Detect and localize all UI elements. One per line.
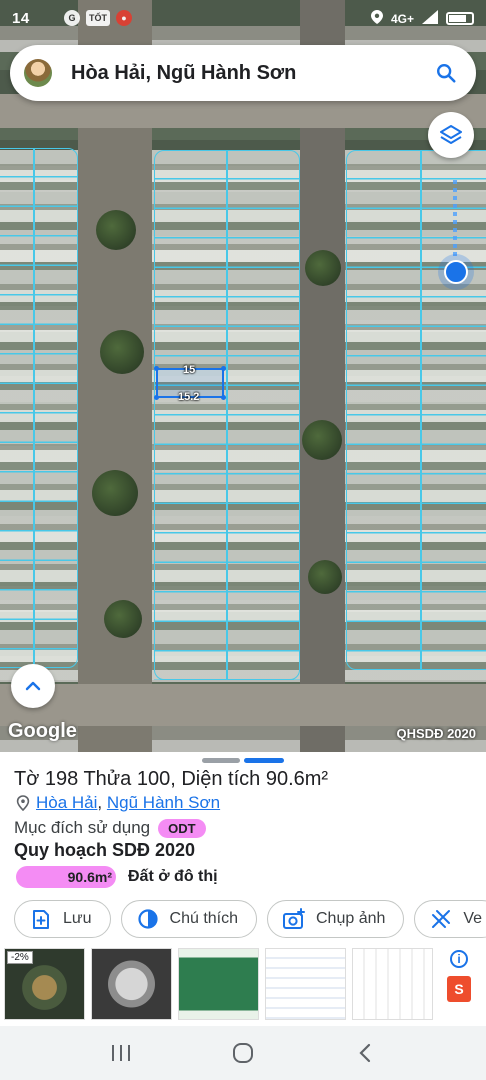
save-label: Lưu <box>63 910 92 927</box>
chevron-up-icon <box>25 681 41 691</box>
tree <box>96 210 136 250</box>
search-bar[interactable]: Hòa Hải, Ngũ Hành Sơn <box>10 45 476 101</box>
ad-banner[interactable]: -2% i S <box>0 944 486 1026</box>
selection-handle <box>154 395 159 400</box>
back-button[interactable] <box>345 1033 385 1073</box>
app-notification-icon: ● <box>116 10 132 26</box>
ad-side: i S <box>439 948 479 1020</box>
usage-row: Mục đích sử dụng ODT <box>14 818 206 838</box>
carrier-badge: TỐT <box>86 10 110 26</box>
status-bar: 14 G TỐT ● 4G+ <box>0 0 486 40</box>
discount-badge: -2% <box>7 951 33 964</box>
avatar[interactable] <box>24 59 52 87</box>
location-pin-icon <box>16 795 30 811</box>
home-button[interactable] <box>223 1033 263 1073</box>
legend-icon <box>136 907 160 931</box>
ad-info-icon[interactable]: i <box>450 950 468 968</box>
layers-button[interactable] <box>428 112 474 158</box>
ad-product-image[interactable] <box>265 948 346 1020</box>
parcel-lines <box>154 150 300 680</box>
tree <box>92 470 138 516</box>
google-logo: Google <box>8 720 77 742</box>
parcel-lines <box>346 150 486 670</box>
home-icon <box>233 1043 253 1063</box>
expand-sheet-button[interactable] <box>11 664 55 708</box>
ward-link[interactable]: Hòa Hải <box>36 793 97 812</box>
system-nav-bar <box>0 1026 486 1080</box>
ad-product-image[interactable]: -2% <box>4 948 85 1020</box>
measure-button[interactable]: Ve <box>414 900 486 938</box>
sheet-grabber[interactable] <box>202 758 284 763</box>
recent-apps-button[interactable] <box>101 1033 141 1073</box>
plan-area-value: 90.6m² <box>67 869 112 885</box>
status-time: 14 <box>12 10 30 27</box>
plan-name: Đất ở đô thị <box>128 868 218 885</box>
parcel-lines <box>0 148 78 668</box>
battery-icon <box>446 12 474 25</box>
recent-apps-icon <box>112 1045 130 1061</box>
selection-handle <box>221 366 226 371</box>
notification-icons: G TỐT ● <box>64 10 132 26</box>
location-heading <box>453 180 457 260</box>
search-title[interactable]: Hòa Hải, Ngũ Hành Sơn <box>71 62 426 85</box>
my-location-dot <box>444 260 468 284</box>
google-notification-icon: G <box>64 10 80 26</box>
measure-label-top: 15 <box>183 364 196 376</box>
legend-label: Chú thích <box>169 910 238 927</box>
layers-icon <box>440 125 462 144</box>
take-photo-button[interactable]: Chụp ảnh <box>267 900 405 938</box>
parcel-title: Tờ 198 Thửa 100, Diện tích 90.6m² <box>14 768 329 790</box>
status-right: 4G+ <box>370 10 474 27</box>
district-link[interactable]: Ngũ Hành Sơn <box>107 793 220 812</box>
address-separator: , <box>97 793 103 812</box>
plan-area-bar: 90.6m² <box>16 866 116 888</box>
selection-handle <box>221 395 226 400</box>
ad-product-image[interactable] <box>91 948 172 1020</box>
tree <box>100 330 144 374</box>
measure-label-bottom: 15.2 <box>178 391 200 403</box>
tree <box>308 560 342 594</box>
map-view[interactable]: 15 15.2 14 G TỐT ● 4G+ Hòa Hải, Ngũ Hành… <box>0 0 486 752</box>
parcel-address: Hòa Hải, Ngũ Hành Sơn <box>16 793 220 813</box>
network-label: 4G+ <box>390 11 414 26</box>
tree <box>104 600 142 638</box>
add-photo-icon <box>282 907 306 931</box>
selection-handle <box>154 366 159 371</box>
measure-icon <box>429 907 453 931</box>
location-status-icon <box>370 10 383 27</box>
measure-label: Ve <box>463 910 483 927</box>
legend-button[interactable]: Chú thích <box>120 900 257 938</box>
search-button[interactable] <box>426 53 466 93</box>
tree <box>305 250 341 286</box>
signal-icon <box>422 10 438 27</box>
add-bookmark-icon <box>29 907 53 931</box>
usage-code-badge: ODT <box>158 818 206 838</box>
layer-label: QHSDĐ 2020 <box>396 726 476 741</box>
plan-title: Quy hoạch SDĐ 2020 <box>14 840 196 860</box>
save-button[interactable]: Lưu <box>14 900 111 938</box>
tree <box>302 420 342 460</box>
search-icon <box>437 64 456 83</box>
shopee-icon: S <box>447 976 471 1002</box>
action-chips: Lưu Chú thích Chụp ảnh Ve <box>14 900 486 938</box>
ad-product-image[interactable] <box>178 948 259 1020</box>
take-photo-label: Chụp ảnh <box>316 910 386 927</box>
plan-row: 90.6m² Đất ở đô thị <box>16 866 218 888</box>
ad-product-image[interactable] <box>352 948 433 1020</box>
usage-label: Mục đích sử dụng <box>14 818 151 837</box>
back-icon <box>359 1043 371 1063</box>
